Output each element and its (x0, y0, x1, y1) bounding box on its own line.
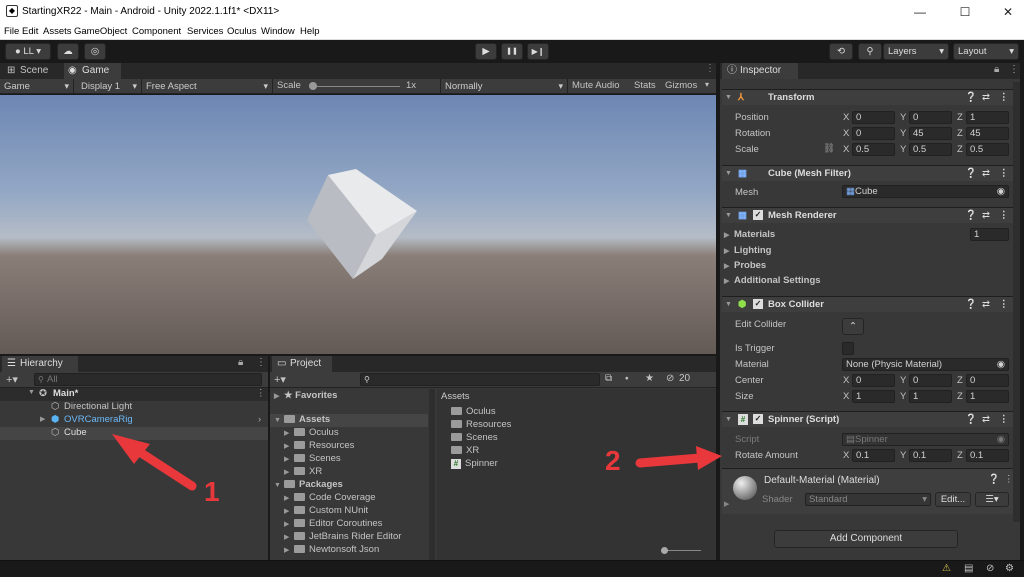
annotation-arrows (112, 434, 722, 491)
annotation-label-2: 2 (605, 445, 621, 476)
arrow-2 (635, 446, 722, 470)
arrow-1 (112, 434, 197, 491)
annotation-label-1: 1 (204, 476, 220, 507)
